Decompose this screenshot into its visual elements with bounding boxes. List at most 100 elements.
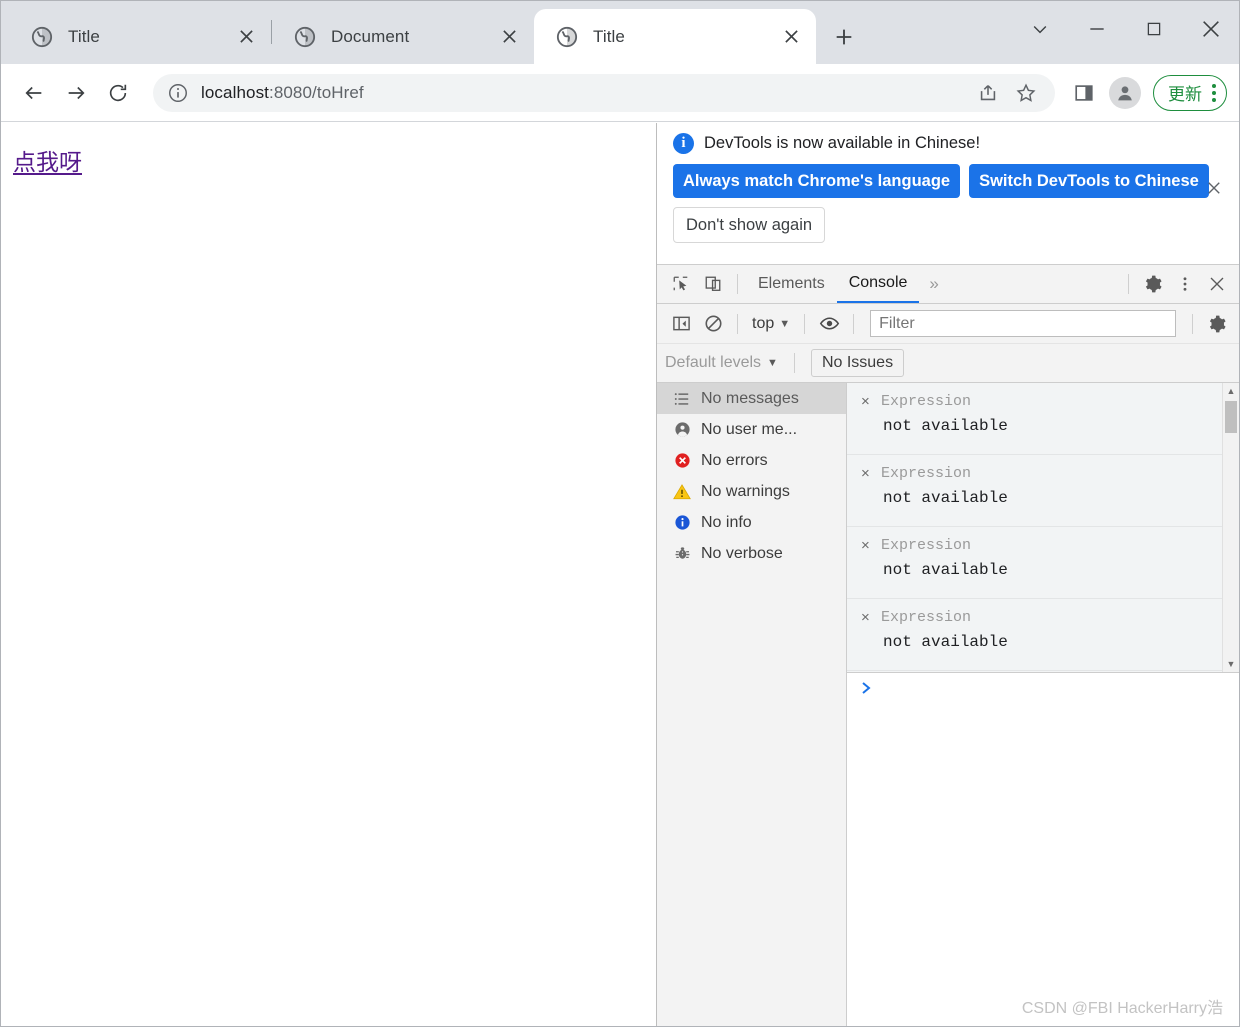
remove-expression-icon[interactable]: × [861, 393, 881, 410]
remove-expression-icon[interactable]: × [861, 465, 881, 482]
show-console-sidebar-icon[interactable] [665, 309, 697, 339]
bug-icon [673, 545, 691, 563]
device-toolbar-icon[interactable] [697, 269, 729, 299]
user-icon [673, 421, 691, 439]
chevron-down-icon: ▼ [779, 317, 791, 330]
sidebar-item-no-verbose[interactable]: No verbose [657, 538, 846, 569]
expression-label: Expression [881, 537, 972, 555]
console-filter-input[interactable]: Filter [870, 310, 1176, 338]
scrollbar-thumb[interactable] [1225, 401, 1237, 434]
console-message-head: × Expression [847, 609, 1239, 626]
chevron-down-icon[interactable] [1011, 1, 1068, 56]
infobar-secondary-row: Don't show again [673, 207, 1227, 244]
toolbar-divider [737, 313, 738, 334]
console-message-head: × Expression [847, 537, 1239, 554]
devtools-tabbar: Elements Console » [657, 265, 1239, 305]
warning-icon [673, 483, 691, 501]
remove-expression-icon[interactable]: × [861, 537, 881, 554]
console-message-row[interactable]: × Expression not available [847, 527, 1239, 600]
chevron-down-icon: ▼ [767, 357, 778, 370]
list-icon [673, 390, 691, 408]
update-button-label: 更新 [1168, 85, 1202, 104]
console-levels-toolbar: Default levels ▼ No Issues [657, 344, 1239, 384]
clear-console-icon[interactable] [697, 309, 729, 339]
toolbar-divider [804, 313, 806, 334]
error-icon [673, 452, 691, 470]
tab-close-icon[interactable] [233, 24, 259, 50]
back-arrow-icon[interactable] [13, 72, 55, 114]
browser-tab-label: Title [593, 26, 625, 46]
info-icon: i [673, 133, 694, 154]
toolbar-divider [853, 313, 855, 334]
reload-icon[interactable] [97, 72, 139, 114]
browser-tab-label: Document [331, 26, 410, 46]
tab-close-icon[interactable] [778, 24, 804, 50]
console-input-line[interactable] [847, 673, 1239, 1026]
close-icon[interactable] [1203, 177, 1225, 199]
minimize-icon[interactable] [1068, 1, 1125, 56]
console-message-row[interactable]: × Expression not available [847, 599, 1239, 672]
no-issues-button[interactable]: No Issues [810, 349, 905, 378]
console-message-row[interactable]: × Expression not available [847, 455, 1239, 528]
sidebar-item-no-messages[interactable]: No messages [657, 383, 846, 415]
tab-elements[interactable]: Elements [746, 265, 837, 303]
execution-context-value: top [752, 314, 775, 332]
tab-strip: Title Document Title [1, 1, 1239, 64]
sidebar-item-label: No verbose [701, 544, 783, 562]
sidebar-item-no-info[interactable]: No info [657, 507, 846, 538]
remove-expression-icon[interactable]: × [861, 609, 881, 626]
side-panel-icon[interactable] [1065, 74, 1103, 112]
sidebar-item-label: No user me... [701, 420, 798, 438]
sidebar-item-no-user-messages[interactable]: No user me... [657, 414, 846, 445]
profile-avatar-icon[interactable] [1109, 76, 1141, 109]
watermark: CSDN @FBI HackerHarry浩 [1021, 1000, 1223, 1017]
kebab-menu-icon[interactable] [1212, 83, 1216, 102]
execution-context-select[interactable]: top ▼ [746, 315, 796, 333]
page-link[interactable]: 点我呀 [13, 143, 82, 177]
dont-show-again-button[interactable]: Don't show again [673, 207, 826, 244]
browser-tab-label: Title [68, 26, 100, 46]
console-message-head: × Expression [847, 393, 1239, 410]
console-scrollbar[interactable]: ▲ ▼ [1222, 383, 1239, 673]
info-icon [673, 514, 691, 532]
gear-icon[interactable] [1137, 269, 1169, 299]
tab-close-icon[interactable] [496, 24, 522, 50]
new-tab-button[interactable] [822, 15, 866, 59]
close-icon[interactable] [1182, 1, 1239, 56]
toolbar-divider [1128, 274, 1129, 295]
console-filter-toolbar: top ▼ Filter [657, 304, 1239, 345]
gear-icon[interactable] [1201, 309, 1233, 339]
browser-tab-3-active[interactable]: Title [534, 9, 816, 64]
console-message-row[interactable]: × Expression not available [847, 383, 1239, 456]
tab-console[interactable]: Console [836, 265, 920, 304]
share-icon[interactable] [969, 74, 1007, 112]
star-icon[interactable] [1007, 74, 1045, 112]
sidebar-item-no-warnings[interactable]: No warnings [657, 476, 846, 507]
globe-icon [31, 26, 53, 48]
console-message-head: × Expression [847, 465, 1239, 482]
address-bar[interactable]: localhost:8080/toHref [153, 73, 1055, 112]
maximize-icon[interactable] [1125, 1, 1182, 56]
browser-tab-2[interactable]: Document [272, 9, 534, 64]
expression-value: not available [883, 417, 1008, 436]
update-button[interactable]: 更新 [1153, 74, 1227, 111]
more-tabs-icon[interactable]: » [919, 265, 948, 303]
switch-devtools-language-button[interactable]: Switch DevTools to Chinese [969, 164, 1209, 199]
always-match-language-button[interactable]: Always match Chrome's language [673, 164, 961, 199]
sidebar-item-label: No warnings [701, 482, 790, 500]
default-levels-label: Default levels [665, 354, 762, 372]
inspect-cursor-icon[interactable] [665, 269, 697, 299]
url-text: localhost:8080/toHref [201, 83, 969, 103]
close-icon[interactable] [1201, 269, 1233, 299]
sidebar-item-no-errors[interactable]: No errors [657, 445, 846, 476]
infobar-primary-row: Always match Chrome's language Switch De… [673, 164, 1227, 199]
default-levels-select[interactable]: Default levels ▼ [665, 354, 786, 372]
console-scroll-region: × Expression not available × Expression … [847, 383, 1239, 674]
kebab-menu-icon[interactable] [1169, 269, 1201, 299]
forward-arrow-icon[interactable] [55, 72, 97, 114]
scroll-down-arrow-icon[interactable]: ▼ [1223, 656, 1239, 672]
info-circle-icon[interactable] [167, 82, 189, 104]
eye-icon[interactable] [813, 309, 845, 339]
browser-tab-1[interactable]: Title [9, 9, 271, 64]
scroll-up-arrow-icon[interactable]: ▲ [1223, 383, 1239, 399]
